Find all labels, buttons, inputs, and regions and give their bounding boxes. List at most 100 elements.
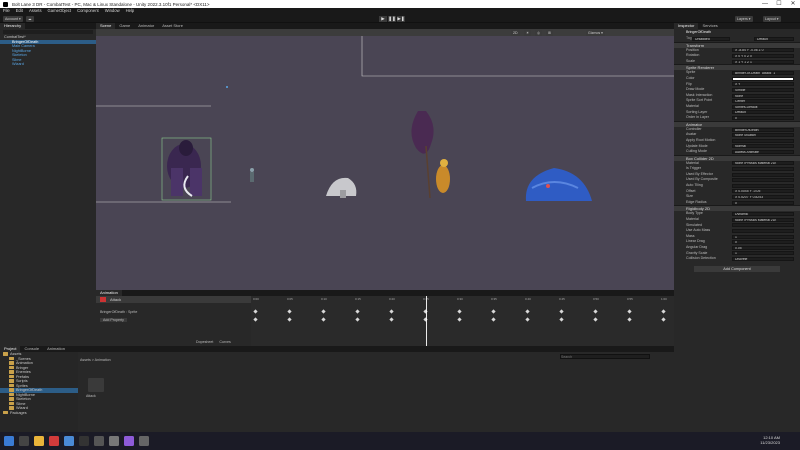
- grid-icon[interactable]: ⊞: [546, 29, 554, 36]
- property-value[interactable]: [732, 223, 794, 228]
- minimize-button[interactable]: —: [758, 0, 772, 8]
- keyframe[interactable]: [525, 317, 530, 322]
- property-value[interactable]: 1: [732, 234, 794, 239]
- scene-view[interactable]: Scene Game Animator Asset Store 2D ☀ ◎ ⊞…: [96, 23, 674, 290]
- layers-dropdown[interactable]: Layers ▾: [735, 16, 753, 22]
- property-value[interactable]: Simple: [732, 87, 794, 92]
- property-value[interactable]: X 0 Y 0 Z 0: [732, 53, 794, 58]
- property-value[interactable]: [732, 172, 794, 177]
- lighting-icon[interactable]: ☀: [524, 29, 532, 36]
- tab-curves[interactable]: Curves: [219, 340, 230, 344]
- account-button[interactable]: Account ▾: [3, 16, 23, 22]
- keyframe[interactable]: [355, 309, 360, 314]
- animation-clip-icon[interactable]: [88, 378, 104, 392]
- property-value[interactable]: Normal: [732, 144, 794, 149]
- property-value[interactable]: 0.05: [732, 245, 794, 250]
- keyframe[interactable]: [321, 317, 326, 322]
- keyframe[interactable]: [627, 317, 632, 322]
- property-value[interactable]: Dynamic: [732, 212, 794, 217]
- taskbar-app-icon[interactable]: [79, 436, 89, 446]
- tab-dopesheet[interactable]: Dopesheet: [196, 340, 213, 344]
- pause-button[interactable]: ❚❚: [388, 16, 396, 22]
- 2d-toggle[interactable]: 2D: [511, 29, 520, 36]
- scene-canvas[interactable]: [96, 36, 674, 290]
- keyframe[interactable]: [253, 309, 258, 314]
- keyframe[interactable]: [525, 309, 530, 314]
- taskbar-app-icon[interactable]: [139, 436, 149, 446]
- property-value[interactable]: Center: [732, 99, 794, 104]
- keyframe[interactable]: [457, 309, 462, 314]
- property-value[interactable]: Discrete: [732, 256, 794, 261]
- tag-dropdown[interactable]: Untagged: [692, 36, 730, 41]
- property-value[interactable]: Sprites-Default: [732, 104, 794, 109]
- clip-dropdown[interactable]: Attack: [110, 297, 121, 302]
- tab-hierarchy[interactable]: Hierarchy: [0, 23, 26, 29]
- property-row[interactable]: BringerOfDeath : Sprite: [100, 310, 137, 314]
- keyframe[interactable]: [287, 317, 292, 322]
- layout-dropdown[interactable]: Layout ▾: [763, 16, 781, 22]
- property-value[interactable]: 1: [732, 251, 794, 256]
- keyframe[interactable]: [253, 317, 258, 322]
- play-button[interactable]: ▶: [379, 16, 387, 22]
- property-value[interactable]: [732, 167, 794, 172]
- property-value[interactable]: 0: [732, 200, 794, 205]
- keyframe[interactable]: [559, 317, 564, 322]
- property-value[interactable]: X 0.5207 Y 0.8253: [732, 195, 794, 200]
- keyframe[interactable]: [287, 309, 292, 314]
- keyframe[interactable]: [593, 317, 598, 322]
- property-value[interactable]: X Y: [732, 82, 794, 87]
- taskbar-app-icon[interactable]: [49, 436, 59, 446]
- taskbar-app-icon[interactable]: [19, 436, 29, 446]
- keyframe[interactable]: [491, 317, 496, 322]
- close-button[interactable]: ✕: [786, 0, 800, 8]
- layer-dropdown[interactable]: Default: [754, 36, 794, 41]
- property-value[interactable]: Default: [732, 110, 794, 115]
- keyframe[interactable]: [389, 317, 394, 322]
- step-button[interactable]: ▶❚: [397, 16, 405, 22]
- object-name-field[interactable]: BringerOfDeath: [674, 29, 800, 36]
- keyframe[interactable]: [661, 317, 666, 322]
- property-value[interactable]: None: [732, 93, 794, 98]
- taskbar-app-icon[interactable]: [109, 436, 119, 446]
- taskbar-app-icon[interactable]: [124, 436, 134, 446]
- property-value[interactable]: [732, 178, 794, 183]
- keyframe[interactable]: [389, 309, 394, 314]
- keyframe[interactable]: [355, 317, 360, 322]
- taskbar-app-icon[interactable]: [34, 436, 44, 446]
- project-search-input[interactable]: [560, 354, 650, 359]
- property-value[interactable]: 0: [732, 115, 794, 120]
- property-value[interactable]: None (Avatar): [732, 133, 794, 138]
- keyframe[interactable]: [457, 317, 462, 322]
- property-value[interactable]: [732, 76, 794, 81]
- cloud-icon[interactable]: ☁: [26, 16, 34, 22]
- property-value[interactable]: 0: [732, 240, 794, 245]
- playhead[interactable]: [426, 296, 427, 346]
- property-value[interactable]: X 0.0045 Y -0.05: [732, 189, 794, 194]
- property-value[interactable]: X 1 Y 1 Z 1: [732, 59, 794, 64]
- property-value[interactable]: [732, 138, 794, 143]
- taskbar-app-icon[interactable]: [64, 436, 74, 446]
- start-icon[interactable]: [4, 436, 14, 446]
- taskbar-app-icon[interactable]: [94, 436, 104, 446]
- add-component-button[interactable]: Add Component: [694, 265, 780, 272]
- property-value[interactable]: X -8.84 Y -0.06 Z 0: [732, 48, 794, 53]
- keyframe[interactable]: [559, 309, 564, 314]
- keyframe[interactable]: [321, 309, 326, 314]
- property-value[interactable]: Always Animate: [732, 149, 794, 154]
- maximize-button[interactable]: ☐: [772, 0, 786, 8]
- audio-icon[interactable]: ◎: [535, 29, 543, 36]
- hierarchy-item[interactable]: Wizard: [0, 62, 96, 67]
- gizmos-dropdown[interactable]: Gizmos ▾: [586, 29, 605, 36]
- hierarchy-search[interactable]: [3, 30, 93, 34]
- system-clock[interactable]: 12:10 AM 11/23/2023: [760, 435, 780, 445]
- timeline[interactable]: 0:000:050:100:150:200:250:300:350:400:45…: [251, 296, 674, 346]
- project-folder-item[interactable]: Packages: [0, 411, 78, 416]
- property-value[interactable]: Bringer-of-Death_Attack_1: [732, 71, 794, 76]
- property-value[interactable]: None (Physics Material 2D): [732, 217, 794, 222]
- property-value[interactable]: BringerOfDeath: [732, 127, 794, 132]
- property-value[interactable]: None (Physics Material 2D): [732, 161, 794, 166]
- keyframe[interactable]: [593, 309, 598, 314]
- add-property-button[interactable]: Add Property: [100, 318, 127, 322]
- keyframe[interactable]: [627, 309, 632, 314]
- property-value[interactable]: [732, 183, 794, 188]
